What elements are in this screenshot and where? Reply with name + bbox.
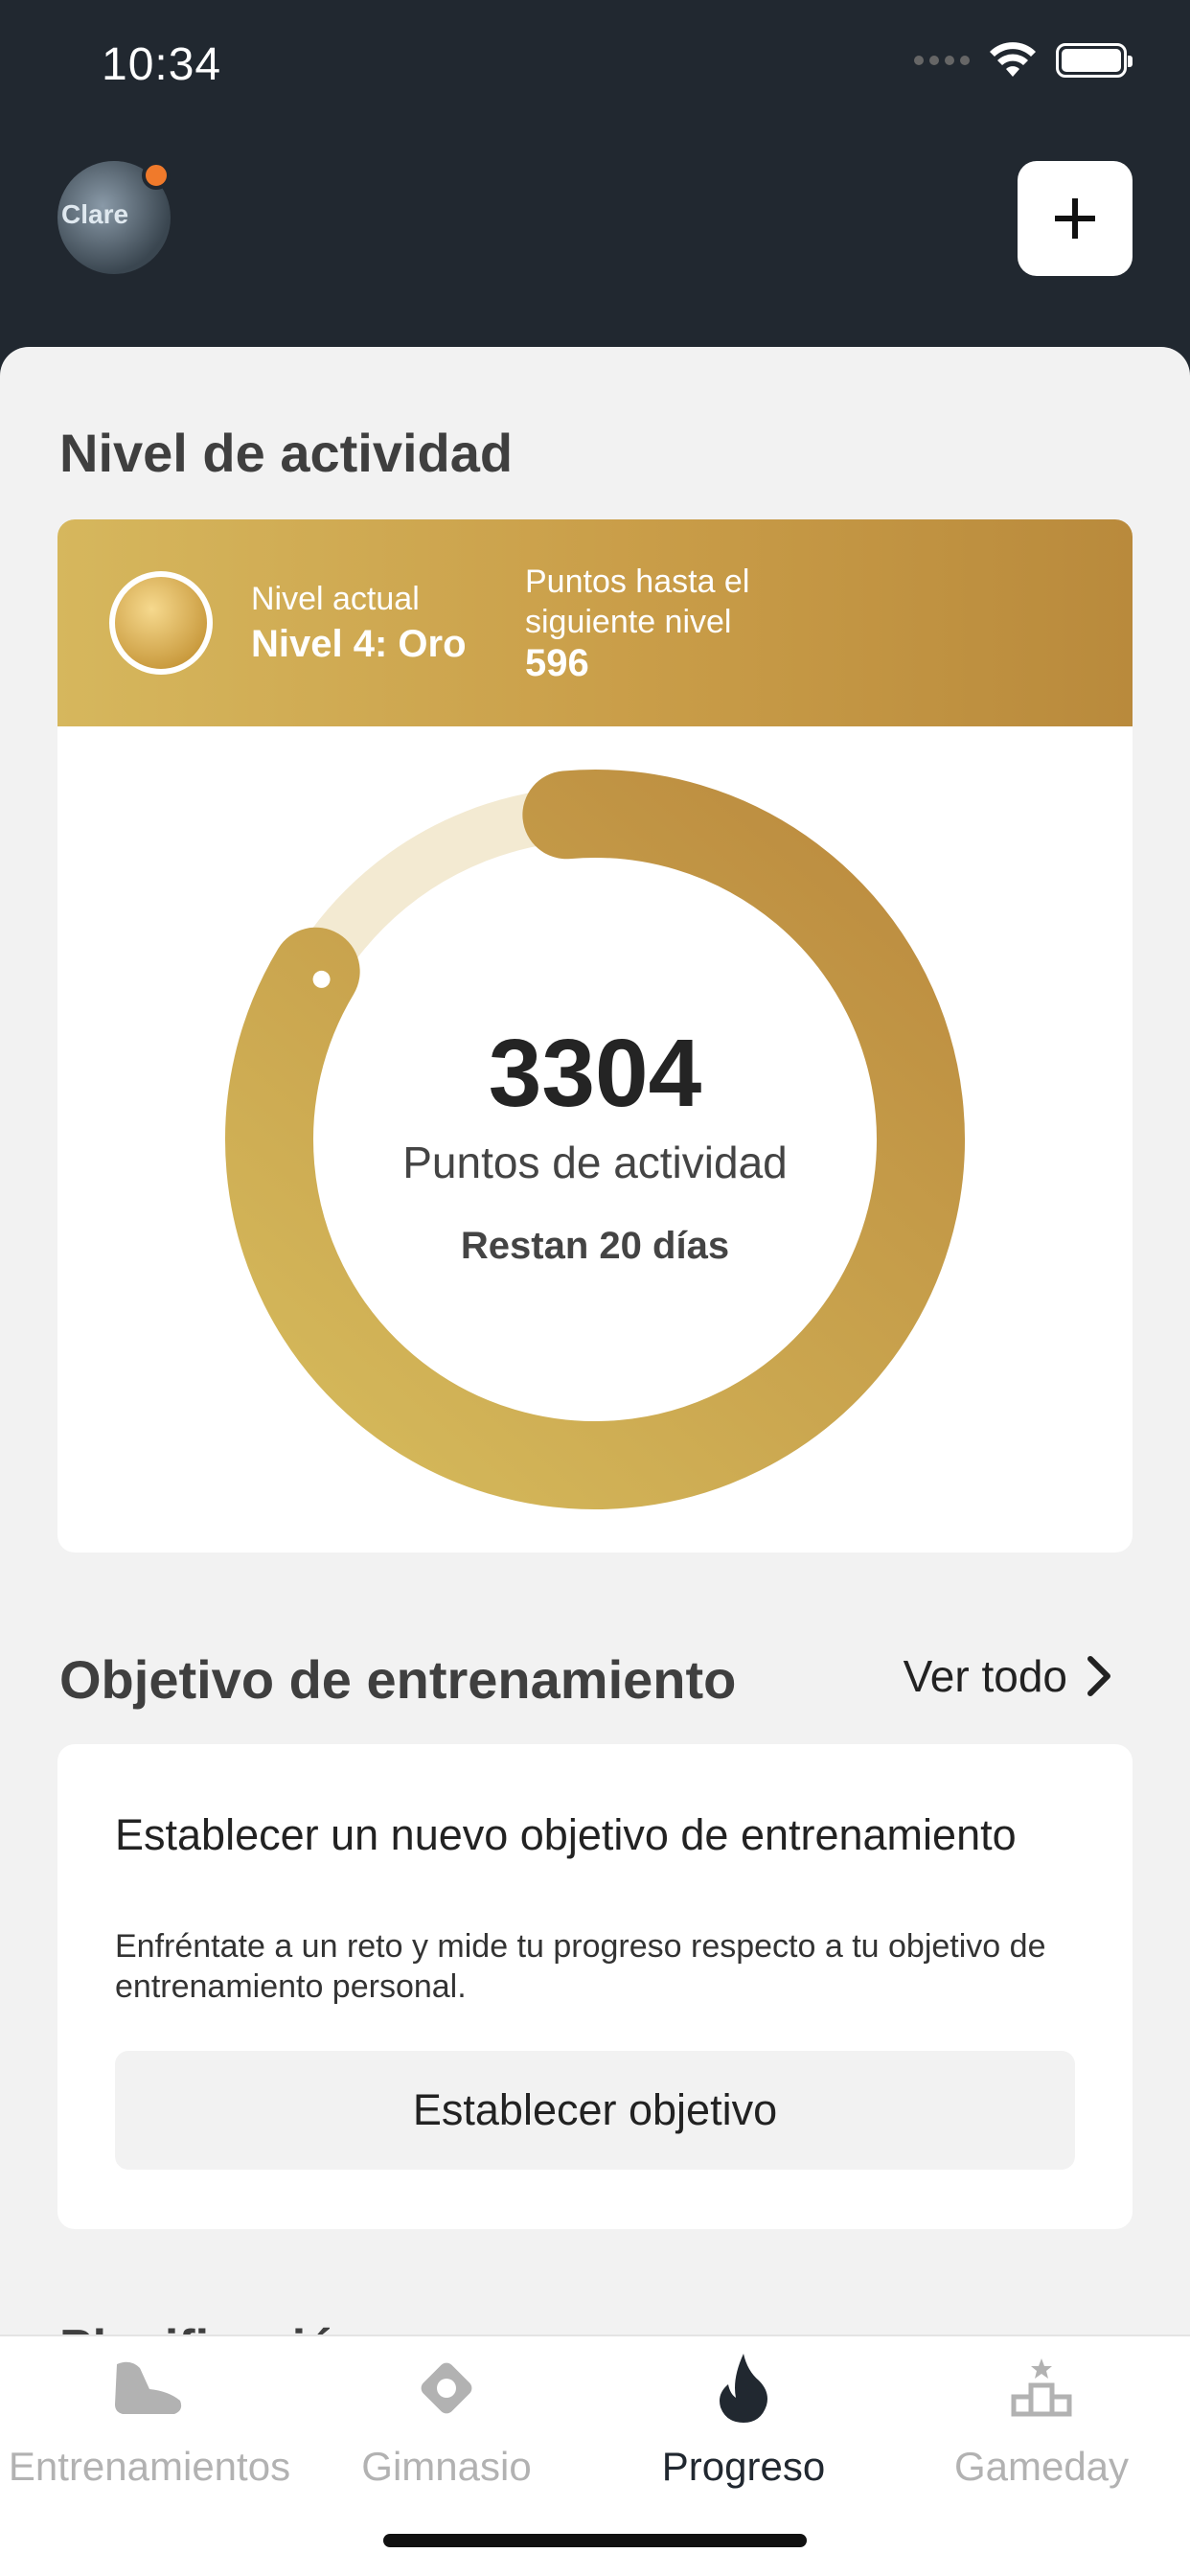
plus-icon — [1055, 198, 1095, 239]
level-header: Nivel actual Nivel 4: Oro Puntos hasta e… — [57, 519, 1133, 726]
goal-section-title: Objetivo de entrenamiento — [59, 1649, 737, 1710]
activity-points: 3304 — [488, 1020, 702, 1127]
tab-gimnasio[interactable]: Gimnasio — [299, 2336, 594, 2509]
tab-label: Entrenamientos — [8, 2444, 291, 2489]
ring-end-dot — [312, 970, 331, 988]
home-indicator — [383, 2534, 807, 2547]
activity-section-title: Nivel de actividad — [59, 423, 514, 483]
see-all-link[interactable]: Ver todo — [904, 1650, 1113, 1702]
set-goal-button[interactable]: Establecer objetivo — [115, 2051, 1075, 2170]
status-icons — [914, 42, 1133, 79]
shoe-icon — [115, 2361, 182, 2414]
current-level-value: Nivel 4: Oro — [251, 623, 467, 665]
tab-progreso[interactable]: Progreso — [594, 2336, 893, 2509]
gold-medal-icon — [109, 571, 213, 675]
activity-level-card[interactable]: Nivel actual Nivel 4: Oro Puntos hasta e… — [57, 519, 1133, 1552]
see-all-label: Ver todo — [903, 1651, 1067, 1701]
tab-label: Gameday — [953, 2444, 1130, 2489]
goal-card: Establecer un nuevo objetivo de entrenam… — [57, 1744, 1133, 2229]
points-to-next-label: Puntos hasta el siguiente nivel — [525, 564, 750, 640]
days-remaining: Restan 20 días — [460, 1225, 730, 1267]
chevron-right-icon — [1087, 1656, 1110, 1696]
current-level-label: Nivel actual — [251, 581, 420, 617]
goal-card-description: Enfréntate a un reto y mide tu progreso … — [115, 1928, 1046, 2005]
add-button[interactable] — [1018, 161, 1133, 276]
goal-card-title: Establecer un nuevo objetivo de entrenam… — [115, 1810, 1017, 1859]
location-pin-icon — [421, 2362, 472, 2414]
wifi-icon — [990, 42, 1036, 77]
tab-entrenamientos[interactable]: Entrenamientos — [0, 2336, 299, 2509]
avatar-text: Clare — [61, 199, 129, 229]
tab-label: Gimnasio — [361, 2444, 532, 2489]
status-time: 10:34 — [102, 39, 222, 90]
points-to-next-value: 596 — [525, 642, 589, 684]
tab-label: Progreso — [661, 2444, 826, 2489]
activity-ring: 3304 Puntos de actividad Restan 20 días — [57, 726, 1133, 1552]
battery-icon — [1056, 43, 1133, 78]
signal-icon — [914, 56, 970, 65]
notification-dot — [142, 161, 171, 190]
activity-points-caption: Puntos de actividad — [402, 1138, 788, 1187]
top-bar: 10:34 Clare — [0, 0, 1190, 402]
flame-icon — [720, 2354, 767, 2423]
tab-gameday[interactable]: Gameday — [893, 2336, 1190, 2509]
podium-icon — [1011, 2358, 1072, 2417]
